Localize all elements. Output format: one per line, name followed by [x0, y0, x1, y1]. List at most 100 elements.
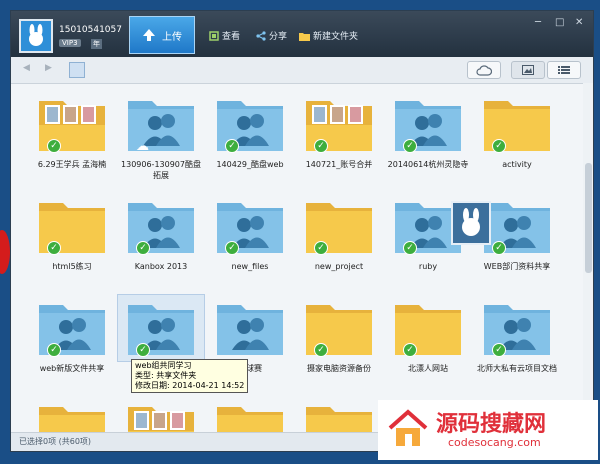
scrollbar[interactable] [583, 83, 593, 435]
upload-button[interactable]: 上传 [129, 16, 195, 54]
list-view-icon [558, 66, 570, 74]
view-button[interactable]: 查看 [209, 29, 240, 42]
file-name: 140721_账号合并 [305, 160, 373, 169]
photo-folder-icon [306, 101, 372, 151]
synced-check-icon: ✓ [492, 139, 506, 153]
shared-folder-icon [128, 305, 194, 355]
synced-check-icon: ✓ [492, 241, 506, 255]
folder-icon [484, 101, 550, 151]
title-bar: 15010541057 VIP3 年 上传 查看 分享 新建文件夹 ─ □ ✕ [11, 11, 593, 57]
scrollbar-thumb[interactable] [585, 163, 592, 273]
synced-check-icon: ✓ [314, 343, 328, 357]
maximize-button[interactable]: □ [555, 17, 564, 28]
shared-folder-icon [484, 305, 550, 355]
folder-icon [306, 203, 372, 253]
file-name: 摄家电脑资源备份 [307, 364, 371, 373]
username: 15010541057 [59, 25, 122, 35]
file-icon-wrap [29, 193, 115, 259]
synced-check-icon: ✓ [314, 139, 328, 153]
file-tooltip: web组共同学习 类型: 共享文件夹 修改日期: 2014-04-21 14:5… [131, 359, 249, 393]
share-label: 分享 [269, 32, 288, 42]
new-folder-button[interactable]: 新建文件夹 [299, 29, 358, 42]
folder-icon [39, 203, 105, 253]
file-icon-wrap [207, 295, 293, 361]
watermark-url: codesocang.com [448, 436, 541, 449]
synced-check-icon: ✓ [47, 139, 61, 153]
house-logo-icon [388, 409, 428, 446]
navigation-bar: ◀ ▶ [11, 57, 593, 84]
view-icon [209, 30, 219, 41]
folder-icon [306, 407, 372, 435]
file-icon-wrap [29, 397, 115, 435]
new-folder-icon [299, 32, 310, 41]
file-icon-wrap [385, 295, 471, 361]
back-arrow-icon[interactable]: ◀ [23, 63, 30, 73]
synced-check-icon: ✓ [492, 343, 506, 357]
file-name: new_files [231, 262, 269, 271]
file-name: html5练习 [52, 262, 92, 271]
file-icon-wrap [29, 295, 115, 361]
view-label: 查看 [222, 32, 241, 42]
folder-icon [39, 407, 105, 435]
synced-check-icon: ✓ [403, 241, 417, 255]
thumbnail-view-button[interactable] [511, 61, 545, 79]
file-icon-wrap [207, 193, 293, 259]
shared-folder-icon [395, 101, 461, 151]
file-name: new_project [314, 262, 364, 271]
file-name: 140429_酷盘web [216, 160, 284, 169]
file-icon-wrap [296, 91, 382, 157]
shared-folder-icon [217, 305, 283, 355]
minimize-button[interactable]: ─ [535, 17, 541, 28]
synced-check-icon: ✓ [47, 343, 61, 357]
shared-folder-icon [39, 305, 105, 355]
upload-label: 上传 [162, 31, 182, 43]
file-icon-wrap [207, 91, 293, 157]
cloud-status-icon: ☁ [136, 139, 149, 154]
share-icon [256, 30, 266, 41]
folder-icon [395, 305, 461, 355]
file-name: 6.29王学兵 孟海楠 [37, 160, 107, 169]
file-name: WEB部门资料共享 [483, 262, 551, 271]
file-icon-wrap [118, 397, 204, 435]
file-name: web新版文件共享 [39, 364, 105, 373]
synced-check-icon: ✓ [47, 241, 61, 255]
file-icon-wrap [117, 294, 205, 362]
folder-icon [217, 407, 283, 435]
file-icon-wrap [385, 91, 471, 157]
year-badge: 年 [91, 39, 102, 49]
cloud-sync-button[interactable] [467, 61, 501, 79]
tooltip-name: web组共同学习 [135, 361, 192, 370]
share-button[interactable]: 分享 [256, 29, 287, 42]
synced-check-icon: ✓ [314, 241, 328, 255]
avatar[interactable] [19, 19, 53, 53]
file-grid: ✓ 6.29王学兵 孟海楠 ☁ 130906-130907酷盘拓展 ✓ 140429_酷盘… [11, 83, 593, 435]
synced-check-icon: ✓ [403, 139, 417, 153]
file-name: Kanbox 2013 [134, 262, 188, 271]
upload-arrow-icon [143, 29, 155, 41]
file-name: activity [502, 160, 532, 169]
file-icon-wrap [296, 295, 382, 361]
file-name: ruby [418, 262, 438, 271]
list-view-button[interactable] [547, 61, 581, 79]
rabbit-logo-icon [462, 208, 480, 236]
app-window: 15010541057 VIP3 年 上传 查看 分享 新建文件夹 ─ □ ✕ … [10, 10, 594, 452]
shared-folder-icon [128, 101, 194, 151]
file-name: 北漂人网站 [408, 364, 448, 373]
synced-check-icon: ✓ [136, 241, 150, 255]
status-text: 已选择0项 (共60项) [19, 437, 92, 446]
synced-check-icon: ✓ [136, 343, 150, 357]
file-name: 北师大私有云项目文档 [477, 364, 557, 373]
shared-folder-icon [128, 203, 194, 253]
file-icon-wrap [474, 91, 560, 157]
photo-folder-icon [39, 101, 105, 151]
vip-badge: VIP3 [59, 39, 81, 47]
shared-folder-icon [217, 101, 283, 151]
watermark: 源码搜藏网 codesocang.com [378, 400, 598, 460]
file-icon-wrap [296, 397, 382, 435]
forward-arrow-icon[interactable]: ▶ [45, 63, 52, 73]
shared-folder-icon [217, 203, 283, 253]
drag-avatar[interactable] [451, 201, 491, 245]
close-button[interactable]: ✕ [575, 17, 583, 28]
location-folder-icon[interactable] [69, 62, 85, 78]
file-name: 20140614杭州灵隐寺 [387, 160, 469, 169]
